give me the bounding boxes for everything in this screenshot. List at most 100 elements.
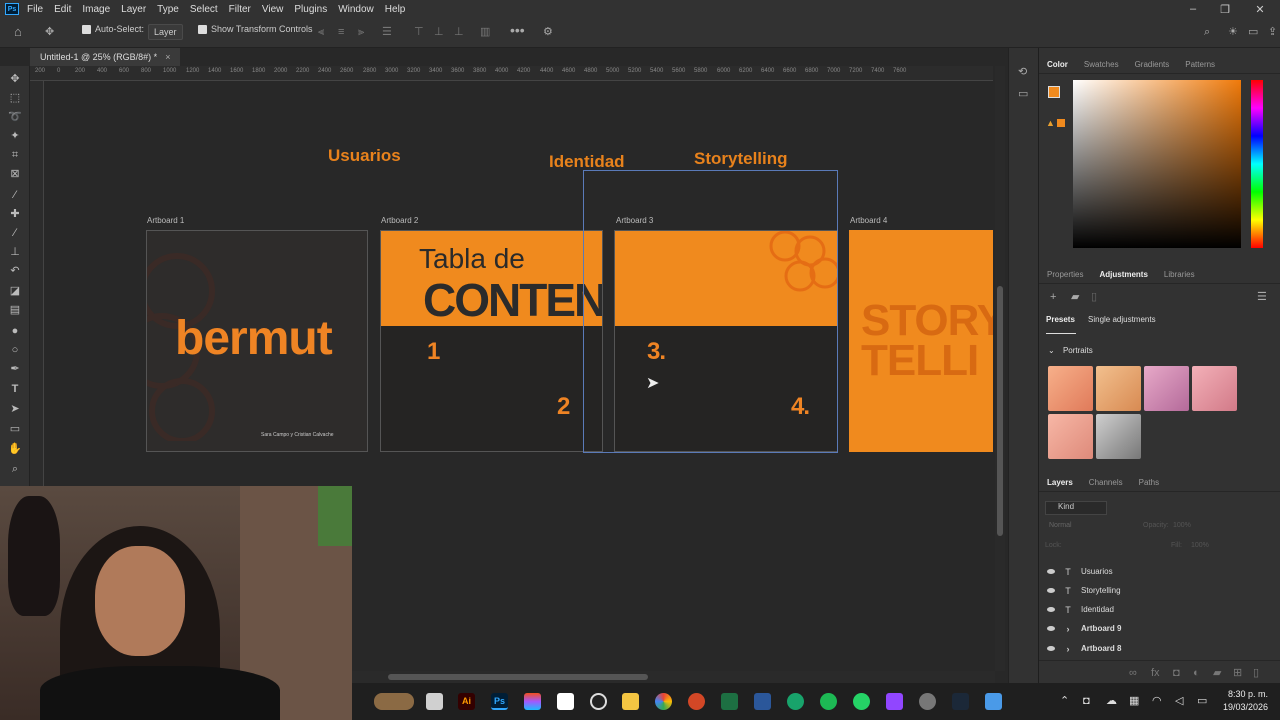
search-icon[interactable]: ⌕: [1204, 26, 1210, 38]
photoshop-taskbar-icon[interactable]: Ps: [491, 693, 508, 710]
align-top-icon[interactable]: ⊤: [414, 26, 424, 38]
home-icon[interactable]: ⌂: [14, 25, 22, 38]
menu-type[interactable]: Type: [157, 4, 179, 15]
more-options-icon[interactable]: •••: [510, 23, 525, 37]
menu-edit[interactable]: Edit: [54, 4, 71, 15]
pen-tool-icon[interactable]: ✒: [7, 362, 23, 376]
healing-brush-icon[interactable]: ✚: [7, 207, 23, 221]
heading-usuarios[interactable]: Usuarios: [328, 146, 401, 166]
app-icon[interactable]: [886, 693, 903, 710]
brush-tool-icon[interactable]: ∕: [7, 226, 23, 240]
blur-tool-icon[interactable]: ●: [7, 324, 23, 338]
eye-icon[interactable]: [1047, 646, 1055, 651]
menu-help[interactable]: Help: [385, 4, 406, 15]
trash-icon[interactable]: ▯: [1253, 667, 1259, 679]
artboard-1-label[interactable]: Artboard 1: [147, 216, 184, 225]
tray-icon[interactable]: ◘: [1083, 695, 1090, 707]
steam-icon[interactable]: [952, 693, 969, 710]
clone-stamp-icon[interactable]: ⊥: [7, 245, 23, 259]
menu-view[interactable]: View: [262, 4, 284, 15]
artboard-4[interactable]: STORY TELLI: [849, 230, 993, 452]
minimize-icon[interactable]: –: [1178, 0, 1208, 18]
tab-gradients[interactable]: Gradients: [1127, 60, 1178, 69]
whatsapp-icon[interactable]: [853, 693, 870, 710]
layer-row[interactable]: › Artboard 8: [1039, 639, 1280, 658]
heading-identidad[interactable]: Identidad: [549, 152, 625, 172]
distribute-vertical-icon[interactable]: ▥: [480, 26, 490, 38]
obs-icon[interactable]: [590, 693, 607, 710]
align-right-icon[interactable]: ⫸: [358, 26, 364, 38]
show-transform-checkbox[interactable]: Show Transform Controls: [198, 24, 313, 34]
tab-presets[interactable]: Presets: [1046, 315, 1075, 324]
new-layer-icon[interactable]: ⊞: [1233, 667, 1242, 679]
object-select-icon[interactable]: ✦: [7, 129, 23, 143]
menu-window[interactable]: Window: [338, 4, 374, 15]
web-safe-swatch[interactable]: [1057, 119, 1065, 127]
scroll-thumb[interactable]: [997, 286, 1003, 536]
tab-paths[interactable]: Paths: [1131, 478, 1167, 487]
fill-value[interactable]: 100%: [1191, 542, 1209, 549]
tab-layers[interactable]: Layers: [1039, 478, 1081, 487]
battery-icon[interactable]: ▭: [1197, 695, 1207, 707]
fx-icon[interactable]: fx: [1151, 667, 1160, 679]
task-view-icon[interactable]: [426, 693, 443, 710]
preset-thumbnail[interactable]: [1192, 366, 1237, 411]
folder-icon[interactable]: ▰: [1071, 291, 1079, 303]
network-icon[interactable]: ▦: [1129, 695, 1139, 707]
heading-storytelling[interactable]: Storytelling: [694, 149, 788, 169]
color-picker-field[interactable]: [1073, 80, 1241, 248]
blend-mode-select[interactable]: Normal: [1049, 522, 1072, 529]
layer-row[interactable]: T Usuarios: [1039, 562, 1280, 581]
type-tool-icon[interactable]: T: [7, 382, 23, 396]
opacity-value[interactable]: 100%: [1173, 522, 1191, 529]
move-tool-icon[interactable]: ✥: [7, 72, 23, 86]
preset-thumbnail[interactable]: [1048, 414, 1093, 459]
eyedropper-icon[interactable]: ⁄: [7, 188, 23, 202]
layer-filter-kind[interactable]: Kind: [1045, 501, 1107, 515]
restore-icon[interactable]: ❐: [1210, 0, 1240, 18]
frame-tool-icon[interactable]: ⊠: [7, 167, 23, 181]
hue-slider[interactable]: [1251, 80, 1263, 248]
link-icon[interactable]: ∞: [1129, 667, 1137, 679]
layer-row[interactable]: T Storytelling: [1039, 581, 1280, 600]
wifi-icon[interactable]: ◠: [1152, 695, 1162, 707]
align-bottom-icon[interactable]: ⊥: [454, 26, 464, 38]
eraser-tool-icon[interactable]: ◪: [7, 284, 23, 298]
tab-untitled-1[interactable]: Untitled-1 @ 25% (RGB/8#) * ×: [30, 48, 181, 66]
menu-select[interactable]: Select: [190, 4, 218, 15]
move-tool-icon[interactable]: ✥: [45, 26, 54, 38]
hand-tool-icon[interactable]: ✋: [7, 442, 23, 456]
eye-icon[interactable]: [1047, 588, 1055, 593]
app-icon[interactable]: [985, 693, 1002, 710]
tab-libraries[interactable]: Libraries: [1156, 270, 1203, 279]
eye-icon[interactable]: [1047, 607, 1055, 612]
preset-thumbnail[interactable]: [1096, 414, 1141, 459]
chevron-right-icon[interactable]: ›: [1063, 624, 1073, 634]
menu-layer[interactable]: Layer: [121, 4, 146, 15]
group-icon[interactable]: ▰: [1213, 667, 1221, 679]
discover-icon[interactable]: ☀: [1228, 26, 1238, 38]
auto-select-checkbox[interactable]: Auto-Select:: [82, 24, 144, 34]
word-icon[interactable]: [754, 693, 771, 710]
foreground-color-swatch[interactable]: [1048, 86, 1060, 98]
artboard-4-label[interactable]: Artboard 4: [850, 216, 887, 225]
workspace-icon[interactable]: ▭: [1248, 26, 1258, 38]
figma-icon[interactable]: [524, 693, 541, 710]
tab-adjustments[interactable]: Adjustments: [1091, 270, 1155, 279]
weather-widget-icon[interactable]: [374, 693, 414, 710]
close-tab-icon[interactable]: ×: [165, 52, 170, 62]
cloud-icon[interactable]: ☁: [1106, 695, 1117, 707]
selection-bounding-box[interactable]: [583, 170, 838, 453]
menu-filter[interactable]: Filter: [229, 4, 251, 15]
comments-icon[interactable]: ▭: [1018, 88, 1028, 100]
history-brush-icon[interactable]: ↶: [7, 264, 23, 278]
preset-thumbnail[interactable]: [1048, 366, 1093, 411]
path-select-icon[interactable]: ➤: [7, 402, 23, 416]
tab-swatches[interactable]: Swatches: [1076, 60, 1127, 69]
portraits-group[interactable]: ⌄ Portraits: [1048, 346, 1093, 355]
capcut-icon[interactable]: [557, 693, 574, 710]
clock[interactable]: 8:30 p. m. 19/03/2026: [1218, 689, 1268, 712]
history-icon[interactable]: ⟲: [1018, 66, 1027, 78]
layer-row[interactable]: T Identidad: [1039, 600, 1280, 619]
lasso-tool-icon[interactable]: ➰: [7, 110, 23, 124]
